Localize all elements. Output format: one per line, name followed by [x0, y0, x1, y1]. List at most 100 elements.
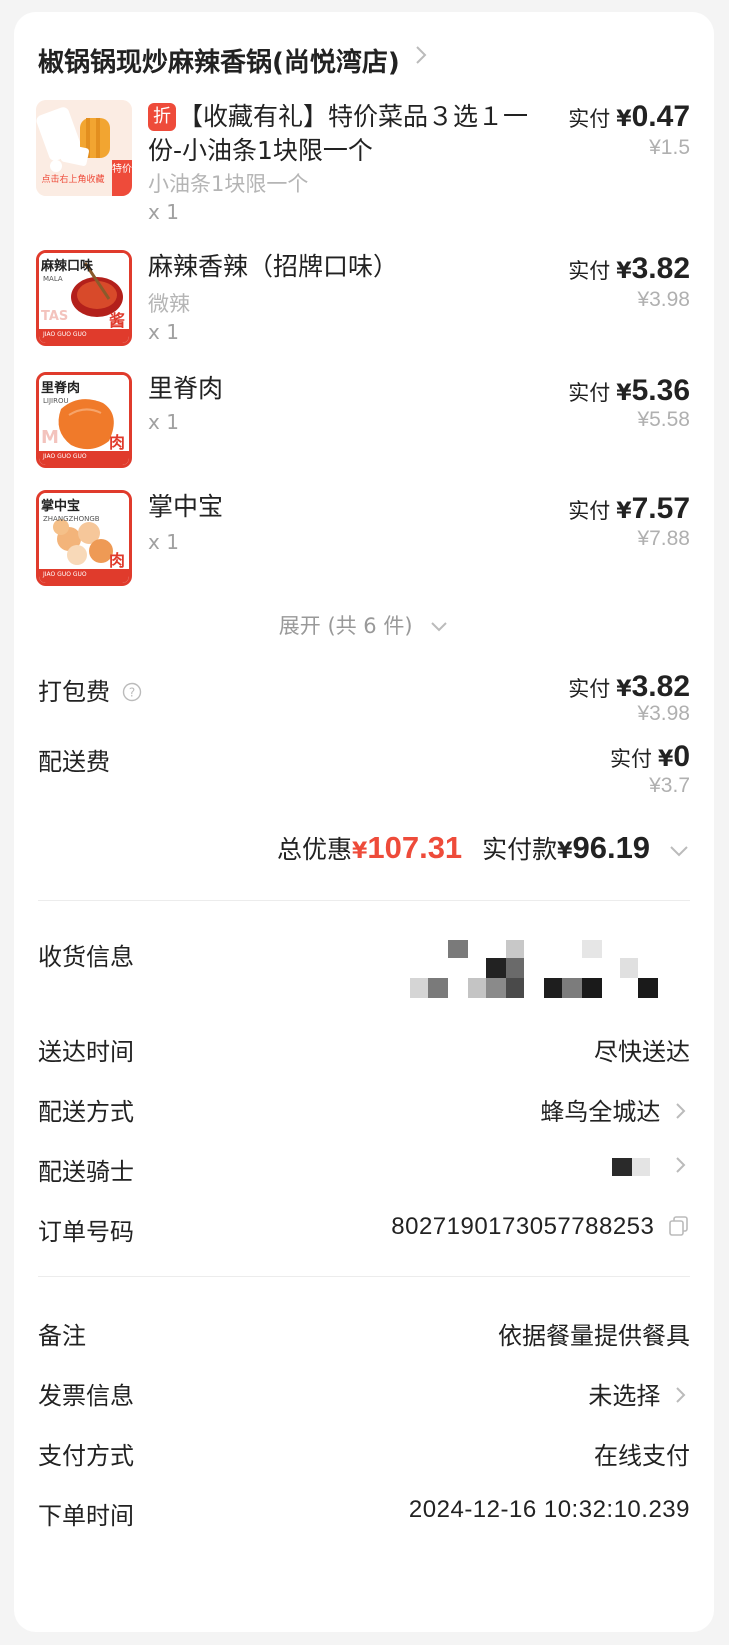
item-spec: 小油条1块限一个	[148, 172, 309, 196]
currency: ¥	[616, 677, 632, 702]
remark-label: 备注	[38, 1322, 86, 1350]
item-quantity: x 1	[148, 200, 179, 224]
delivery-method-value[interactable]: 蜂鸟全城达	[540, 1092, 690, 1127]
thumb-subtitle: LIJIROU	[43, 397, 69, 405]
thumb-subtitle: MALA	[43, 275, 63, 283]
divider	[38, 900, 690, 901]
paid-label: 实付	[568, 259, 611, 283]
thumb-title: 里脊肉	[41, 381, 81, 396]
paid-label: 实付	[568, 499, 611, 523]
store-name[interactable]: 椒锅锅现炒麻辣香锅(尚悦湾店)	[38, 42, 400, 79]
paid-label: 实付	[568, 107, 611, 131]
delivery-method-text: 蜂鸟全城达	[540, 1098, 661, 1126]
invoice-value[interactable]: 未选择	[588, 1376, 690, 1411]
paid-amount: 7.57	[631, 492, 690, 525]
item-original-price: ¥3.98	[637, 288, 690, 311]
order-detail-card: 椒锅锅现炒麻辣香锅(尚悦湾店) 点击右上角收藏 特价 折【收藏有礼】特价菜品３选…	[14, 12, 714, 1632]
item-name[interactable]: 里脊肉	[148, 372, 528, 406]
total-paid-amount: 96.19	[572, 830, 651, 865]
thumb-badge: 酱	[109, 311, 126, 330]
delivery-method-label: 配送方式	[38, 1098, 134, 1126]
thumb-subtitle: ZHANGZHONGB	[43, 515, 100, 523]
thumb-badge: 特价	[112, 164, 132, 175]
currency: ¥	[557, 839, 573, 864]
chevron-right-icon	[676, 1103, 686, 1119]
paid-label: 实付	[568, 381, 611, 405]
paid-label: 实付	[568, 677, 611, 701]
order-number-label: 订单号码	[38, 1218, 134, 1246]
order-summary[interactable]: 总优惠¥107.31 实付款¥96.19	[277, 830, 690, 866]
paid-amount: 0	[673, 740, 690, 773]
payment-method-label: 支付方式	[38, 1442, 134, 1470]
item-name[interactable]: 折【收藏有礼】特价菜品３选１一份-小油条1块限一个	[148, 100, 528, 168]
currency: ¥	[616, 499, 632, 524]
packing-paid-price: 实付 ¥3.82	[568, 670, 690, 704]
order-time-value: 2024-12-16 10:32:10.239	[408, 1496, 690, 1523]
total-paid-label: 实付款	[482, 835, 558, 864]
currency: ¥	[616, 259, 632, 284]
item-paid-price: 实付 ¥5.36	[568, 374, 690, 408]
expand-items-button[interactable]: 展开 (共 6 件)	[14, 610, 714, 640]
paid-label: 实付	[610, 747, 652, 771]
item-quantity: x 1	[148, 530, 179, 554]
thumb-watermark: TAS	[41, 309, 69, 324]
item-paid-price: 实付 ¥7.57	[568, 492, 690, 526]
item-quantity: x 1	[148, 410, 179, 434]
item-thumbnail[interactable]: 麻辣口味 MALA TAS 酱 JIAO GUO GUO	[36, 250, 132, 346]
item-original-price: ¥1.5	[649, 136, 690, 159]
rider-label: 配送骑士	[38, 1158, 134, 1186]
item-thumbnail[interactable]: 掌中宝 ZHANGZHONGB 肉 JIAO GUO GUO	[36, 490, 132, 586]
receiver-info-label: 收货信息	[38, 943, 134, 971]
item-paid-price: 实付 ¥3.82	[568, 252, 690, 286]
currency: ¥	[616, 107, 632, 132]
payment-method-value: 在线支付	[594, 1442, 690, 1470]
help-icon[interactable]: ?	[122, 682, 142, 702]
chevron-right-icon	[676, 1387, 686, 1403]
chevron-right-icon	[676, 1157, 686, 1173]
item-quantity: x 1	[148, 320, 179, 344]
thumb-caption: 点击右上角收藏	[41, 175, 105, 185]
paid-amount: 3.82	[631, 252, 690, 285]
discount-tag: 折	[148, 103, 176, 131]
item-original-price: ¥7.88	[637, 527, 690, 550]
expand-label: 展开 (共 6 件)	[278, 614, 413, 638]
currency: ¥	[616, 381, 632, 406]
item-name-text: 【收藏有礼】特价菜品３选１一份-小油条1块限一个	[148, 102, 529, 165]
item-original-price: ¥5.58	[637, 408, 690, 431]
item-thumbnail[interactable]: 点击右上角收藏 特价	[36, 100, 132, 196]
order-time-label: 下单时间	[38, 1502, 134, 1530]
chevron-down-icon	[431, 622, 447, 632]
thumb-badge: 肉	[109, 551, 126, 570]
thumb-brand: JIAO GUO GUO	[43, 453, 87, 460]
thumb-title: 掌中宝	[41, 499, 81, 514]
item-spec: 微辣	[148, 292, 190, 316]
thumb-brand: JIAO GUO GUO	[43, 571, 87, 578]
delivery-fee-label: 配送费	[38, 748, 110, 776]
chevron-down-icon	[670, 846, 688, 857]
paid-amount: 3.82	[631, 670, 690, 703]
delivery-original-price: ¥3.7	[649, 774, 690, 797]
currency: ¥	[352, 839, 368, 864]
discount-label: 总优惠	[277, 835, 353, 864]
divider	[38, 1276, 690, 1277]
svg-text:?: ?	[128, 686, 134, 700]
packing-fee-text: 打包费	[38, 678, 110, 706]
item-paid-price: 实付 ¥0.47	[568, 100, 690, 134]
rider-value-redacted[interactable]	[612, 1152, 690, 1180]
item-name[interactable]: 掌中宝	[148, 490, 528, 524]
thumb-badge: 肉	[109, 433, 126, 452]
copy-icon[interactable]	[668, 1215, 690, 1237]
item-thumbnail[interactable]: 里脊肉 LIJIROU M 肉 JIAO GUO GUO	[36, 372, 132, 468]
thumb-brand: JIAO GUO GUO	[43, 331, 87, 338]
invoice-text: 未选择	[588, 1382, 661, 1410]
remark-value: 依据餐量提供餐具	[498, 1322, 690, 1350]
receiver-info-value-redacted[interactable]	[410, 940, 662, 1004]
packing-original-price: ¥3.98	[637, 702, 690, 725]
paid-amount: 0.47	[631, 100, 690, 133]
item-name[interactable]: 麻辣香辣（招牌口味）	[148, 250, 528, 284]
packing-fee-label: 打包费 ?	[38, 672, 142, 707]
delivery-time-value: 尽快送达	[594, 1038, 690, 1066]
invoice-label: 发票信息	[38, 1382, 134, 1410]
currency: ¥	[658, 747, 674, 772]
chevron-right-icon[interactable]	[410, 43, 432, 67]
